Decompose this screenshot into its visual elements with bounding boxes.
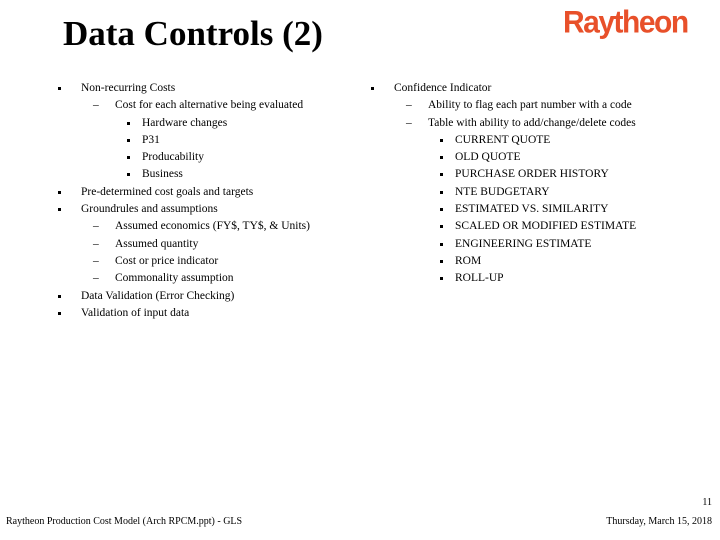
square-bullet-icon — [58, 311, 61, 315]
slide-title: Data Controls (2) — [63, 14, 323, 53]
bullet-item-level-3: Producability — [55, 149, 365, 166]
bullet-item-level-1: Confidence Indicator — [368, 80, 698, 97]
bullet-item-level-2: – Cost for each alternative being evaluat… — [55, 97, 365, 114]
bullet-item-level-3: OLD QUOTE — [368, 149, 698, 166]
bullet-text: ENGINEERING ESTIMATE — [455, 237, 592, 250]
bullet-text: NTE BUDGETARY — [455, 185, 550, 198]
bullet-item-level-3: ENGINEERING ESTIMATE — [368, 236, 698, 253]
bullet-item-level-2: – Assumed quantity — [55, 236, 365, 253]
bullet-text: ROM — [455, 254, 482, 267]
bullet-item-level-3: ROM — [368, 253, 698, 270]
bullet-text: ROLL-UP — [455, 272, 504, 285]
footer-presentation-label: Raytheon Production Cost Model (Arch RPC… — [6, 516, 243, 527]
square-bullet-icon — [440, 173, 443, 177]
slide-page-number: 11 — [702, 497, 712, 508]
dash-bullet-icon: – — [93, 272, 99, 285]
dash-bullet-icon: – — [93, 220, 99, 233]
square-bullet-icon — [58, 87, 61, 90]
bullet-text: Pre-determined cost goals and targets — [81, 185, 254, 198]
bullet-item-level-3: NTE BUDGETARY — [368, 184, 698, 201]
square-bullet-icon — [440, 208, 443, 212]
square-bullet-icon — [440, 138, 443, 142]
footer-date: Thursday, March 15, 2018 — [606, 516, 712, 527]
right-bullet-list: Confidence Indicator – Ability to flag eac… — [368, 80, 698, 288]
square-bullet-icon — [58, 190, 61, 194]
bullet-item-level-1: Pre-determined cost goals and targets — [55, 184, 365, 201]
bullet-text: Assumed economics (FY$, TY$, & Units) — [115, 220, 310, 233]
bullet-item-level-1: Validation of input data — [55, 305, 365, 322]
dash-bullet-icon: – — [406, 99, 412, 112]
dash-bullet-icon: – — [406, 116, 412, 129]
bullet-text: Table with ability to add/change/delete … — [428, 116, 636, 129]
square-bullet-icon — [440, 190, 443, 194]
bullet-item-level-2: – Ability to flag each part number with a… — [368, 97, 698, 114]
bullet-item-level-3: Business — [55, 166, 365, 183]
square-bullet-icon — [127, 121, 130, 125]
bullet-item-level-3: PURCHASE ORDER HISTORY — [368, 166, 698, 183]
dash-bullet-icon: – — [93, 254, 99, 267]
bullet-item-level-3: Hardware changes — [55, 115, 365, 132]
bullet-item-level-3: ESTIMATED VS. SIMILARITY — [368, 201, 698, 218]
bullet-item-level-2: – Cost or price indicator — [55, 253, 365, 270]
bullet-text: SCALED OR MODIFIED ESTIMATE — [455, 220, 637, 233]
dash-bullet-icon: – — [93, 99, 99, 112]
bullet-item-level-1: Data Validation (Error Checking) — [55, 288, 365, 305]
bullet-text: Cost or price indicator — [115, 254, 219, 267]
bullet-item-level-2: – Commonality assumption — [55, 270, 365, 287]
square-bullet-icon — [440, 259, 443, 263]
bullet-text: Non-recurring Costs — [81, 82, 176, 94]
raytheon-logo: Raytheon — [563, 5, 689, 40]
bullet-text: Business — [142, 168, 183, 181]
square-bullet-icon — [440, 156, 443, 160]
bullet-text: Validation of input data — [81, 306, 190, 319]
square-bullet-icon — [440, 242, 443, 246]
bullet-text: PURCHASE ORDER HISTORY — [455, 168, 609, 181]
left-bullet-list: Non-recurring Costs – Cost for each altern… — [55, 80, 365, 322]
bullet-item-level-3: P31 — [55, 132, 365, 149]
bullet-text: ESTIMATED VS. SIMILARITY — [455, 203, 609, 216]
bullet-item-level-2: – Table with ability to add/change/delete… — [368, 115, 698, 132]
bullet-item-level-3: CURRENT QUOTE — [368, 132, 698, 149]
bullet-text: Hardware changes — [142, 116, 228, 129]
bullet-text: Groundrules and assumptions — [81, 203, 218, 216]
bullet-text: P31 — [142, 133, 160, 146]
bullet-text: Producability — [142, 151, 204, 164]
bullet-text: OLD QUOTE — [455, 151, 521, 164]
square-bullet-icon — [127, 138, 130, 142]
bullet-item-level-3: ROLL-UP — [368, 270, 698, 287]
square-bullet-icon — [127, 173, 130, 177]
square-bullet-icon — [127, 156, 130, 160]
bullet-item-level-2: – Assumed economics (FY$, TY$, & Units) — [55, 218, 365, 235]
dash-bullet-icon: – — [93, 237, 99, 250]
square-bullet-icon — [58, 208, 61, 212]
bullet-text: Data Validation (Error Checking) — [81, 289, 235, 302]
square-bullet-icon — [371, 87, 374, 90]
bullet-item-level-1: Non-recurring Costs — [55, 80, 365, 97]
bullet-item-level-1: Groundrules and assumptions — [55, 201, 365, 218]
bullet-text: Assumed quantity — [115, 237, 199, 250]
bullet-item-level-3: SCALED OR MODIFIED ESTIMATE — [368, 218, 698, 235]
square-bullet-icon — [440, 277, 443, 281]
bullet-text: Confidence Indicator — [394, 82, 492, 94]
bullet-text: Commonality assumption — [115, 272, 234, 285]
bullet-text: Cost for each alternative being evaluate… — [115, 99, 304, 112]
bullet-text: CURRENT QUOTE — [455, 133, 551, 146]
square-bullet-icon — [58, 294, 61, 298]
square-bullet-icon — [440, 225, 443, 229]
bullet-text: Ability to flag each part number with a … — [428, 99, 632, 112]
